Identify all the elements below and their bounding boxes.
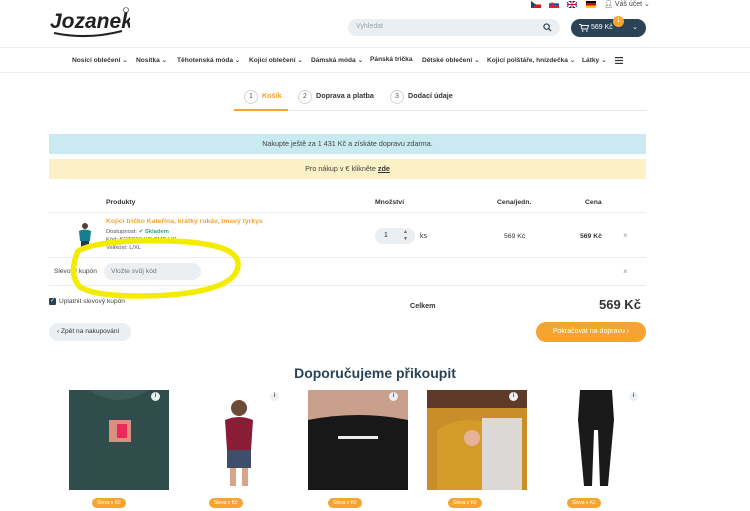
steps-track <box>234 110 647 111</box>
chevron-down-icon: ⌄ <box>357 57 364 64</box>
quantity-value[interactable]: 1 <box>384 232 388 239</box>
account-label: Váš účet <box>614 1 643 8</box>
step-dodaci-udaje[interactable]: 3 Dodací údaje <box>390 90 453 104</box>
grand-total: 569 Kč <box>599 297 641 312</box>
cart-button[interactable]: 569 Kč ⌄ <box>571 19 646 37</box>
main-nav: Nosicí oblečení ⌄ Nosítka ⌄ Těhotenská m… <box>0 56 750 68</box>
total-label: Celkem <box>410 301 436 310</box>
chevron-up-icon[interactable]: ▲ <box>403 229 408 235</box>
apply-coupon-checkbox[interactable]: ✓ <box>49 298 56 305</box>
quantity-unit: ks <box>420 233 427 240</box>
product-image[interactable] <box>308 390 408 490</box>
chevron-down-icon: ⌄ <box>632 24 638 31</box>
nav-item-latky[interactable]: Látky ⌄ <box>582 56 607 64</box>
nav-item-nosici-obleceni[interactable]: Nosicí oblečení ⌄ <box>72 56 128 64</box>
recommended-product[interactable] <box>189 390 289 502</box>
discount-badge: Sleva v Kč <box>328 498 362 508</box>
chevron-down-icon: ⌄ <box>297 57 303 64</box>
clear-coupon-icon[interactable]: × <box>623 267 628 276</box>
nav-item-nositka[interactable]: Nosítka ⌄ <box>136 56 167 64</box>
flag-gb-icon[interactable] <box>567 1 577 8</box>
recommended-product[interactable] <box>69 390 169 502</box>
user-icon: 👤︎ <box>604 1 613 8</box>
divider <box>0 47 750 48</box>
svg-text:Jozanek: Jozanek <box>50 10 130 33</box>
continue-to-shipping-button[interactable]: Pokračovat na dopravu › <box>536 322 646 342</box>
remove-item-icon[interactable]: × <box>623 231 628 240</box>
info-icon[interactable]: i <box>509 392 518 401</box>
header-qty: Množství <box>375 199 405 206</box>
search-icon[interactable] <box>543 23 552 32</box>
chevron-down-icon: ⌄ <box>234 57 241 64</box>
nav-item-panska-tricka[interactable]: Pánská trička <box>370 56 413 63</box>
discount-badge: Sleva v Kč <box>448 498 482 508</box>
jozanek-logo[interactable]: Jozanek <box>48 6 130 40</box>
cart-icon <box>579 24 589 32</box>
unit-price: 569 Kč <box>504 233 526 240</box>
steps-active-indicator <box>234 109 288 111</box>
discount-badge: Sleva v Kč <box>567 498 601 508</box>
product-name-link[interactable]: Kojicí tričko Kateřina, krátký rukáv, tm… <box>106 218 263 225</box>
nav-item-damska-moda[interactable]: Dámská móda ⌄ <box>311 56 363 64</box>
product-image[interactable] <box>546 390 646 490</box>
back-to-shopping-button[interactable]: ‹ Zpět na nakupování <box>49 323 131 341</box>
chevron-down-icon: ⌄ <box>644 1 650 8</box>
highlight-annotation <box>70 237 241 299</box>
header-unit-price: Cena/jedn. <box>497 199 532 206</box>
search-input[interactable]: Vyhledat <box>348 19 560 36</box>
product-image[interactable] <box>189 390 289 490</box>
flag-cz-icon[interactable] <box>531 1 541 8</box>
recommended-product[interactable] <box>546 390 646 502</box>
step-kosik[interactable]: 1 Košík <box>244 90 282 104</box>
discount-badge: Sleva v Kč <box>92 498 126 508</box>
header-products: Produkty <box>106 199 136 206</box>
nav-item-detske-obleceni[interactable]: Dětské oblečení ⌄ <box>422 56 480 64</box>
line-total: 569 Kč <box>580 233 602 240</box>
flag-sk-icon[interactable] <box>549 1 559 8</box>
cart-total: 569 Kč <box>591 24 613 31</box>
chevron-down-icon[interactable]: ▼ <box>403 236 408 242</box>
euro-link[interactable]: zde <box>378 164 390 173</box>
recommended-title: Doporučujeme přikoupit <box>294 365 456 381</box>
recommended-product[interactable] <box>308 390 408 502</box>
header-price: Cena <box>585 199 602 206</box>
chevron-down-icon: ⌄ <box>122 57 128 64</box>
search-placeholder: Vyhledat <box>356 23 383 30</box>
chevron-down-icon: ⌄ <box>601 57 607 64</box>
discount-badge: Sleva v Kč <box>209 498 243 508</box>
product-image[interactable] <box>427 390 527 490</box>
nav-item-tehotenska-moda[interactable]: Těhotenská móda ⌄ <box>177 56 240 64</box>
quantity-stepper[interactable]: 1 ▲ ▼ <box>375 228 415 244</box>
euro-banner: Pro nákup v € klikněte zde <box>49 159 646 179</box>
info-icon[interactable]: i <box>629 392 638 401</box>
flag-de-icon[interactable] <box>586 1 596 8</box>
chevron-down-icon: ⌄ <box>161 57 168 64</box>
step-doprava-a-platba[interactable]: 2 Doprava a platba <box>298 90 374 104</box>
hamburger-menu-icon[interactable] <box>615 57 623 64</box>
divider <box>49 212 646 213</box>
info-icon[interactable]: i <box>270 392 279 401</box>
chevron-down-icon: ⌄ <box>474 57 480 64</box>
account-menu[interactable]: 👤︎ Váš účet ⌄ <box>604 0 650 8</box>
product-image[interactable] <box>69 390 169 490</box>
divider <box>0 72 750 73</box>
nav-item-kojici-polstare[interactable]: Kojicí polštáře, hnízdečka ⌄ <box>487 56 575 64</box>
chevron-down-icon: ⌄ <box>569 57 576 64</box>
apply-coupon-label[interactable]: Uplatnit slevový kupón <box>59 298 125 305</box>
info-icon[interactable]: i <box>389 392 398 401</box>
info-icon[interactable]: i <box>151 392 160 401</box>
nav-item-kojici-obleceni[interactable]: Kojicí oblečení ⌄ <box>249 56 303 64</box>
recommended-product[interactable] <box>427 390 527 502</box>
free-shipping-banner: Nakupte ještě za 1 431 Kč a získáte dopr… <box>49 134 646 154</box>
cart-count-badge: 1 <box>613 16 624 27</box>
